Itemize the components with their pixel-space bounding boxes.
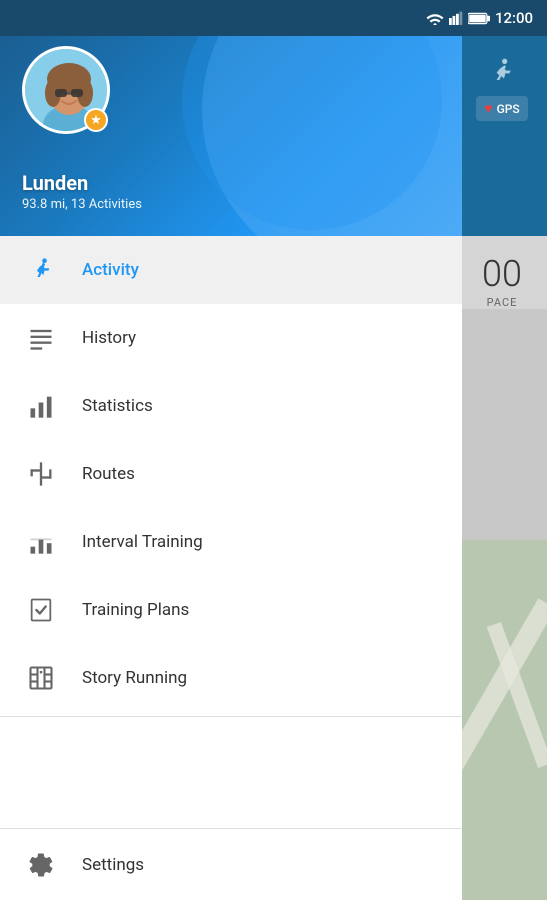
story-running-label: Story Running (82, 668, 187, 688)
statistics-icon (22, 392, 60, 420)
menu-divider (0, 716, 462, 717)
status-bar: 12:00 (0, 0, 547, 36)
user-name: Lunden (22, 171, 142, 195)
routes-icon (22, 460, 60, 488)
right-panel-header: ♥ GPS (457, 36, 547, 236)
battery-icon (468, 12, 490, 25)
menu-item-settings[interactable]: Settings (0, 828, 462, 900)
routes-label: Routes (82, 464, 135, 484)
user-stats: 93.8 mi, 13 Activities (22, 197, 142, 212)
heart-icon: ♥ (484, 100, 492, 117)
menu-item-story-running[interactable]: Story Running (0, 644, 462, 712)
menu-item-interval-training[interactable]: Interval Training (0, 508, 462, 576)
activity-icon (22, 256, 60, 284)
pace-label: PACE (487, 296, 518, 309)
statistics-label: Statistics (82, 396, 153, 416)
pace-number: 00 (482, 256, 522, 292)
activity-label: Activity (82, 260, 139, 280)
interval-training-icon (22, 528, 60, 556)
settings-icon (22, 851, 60, 879)
gps-label: GPS (497, 102, 520, 116)
status-time: 12:00 (495, 9, 533, 27)
menu-item-training-plans[interactable]: Training Plans (0, 576, 462, 644)
user-info: Lunden 93.8 mi, 13 Activities (22, 171, 142, 212)
right-panel: ♥ GPS 00 PACE (457, 0, 547, 900)
signal-icon (449, 11, 463, 25)
menu-item-activity[interactable]: Activity (0, 236, 462, 304)
menu-item-routes[interactable]: Routes (0, 440, 462, 508)
avatar-container[interactable]: ★ (22, 46, 110, 134)
interval-training-label: Interval Training (82, 532, 203, 552)
history-label: History (82, 328, 136, 348)
pace-display: 00 PACE (457, 236, 547, 309)
menu-item-statistics[interactable]: Statistics (0, 372, 462, 440)
training-plans-icon (22, 596, 60, 624)
status-icons: 12:00 (426, 9, 533, 27)
wifi-icon (426, 11, 444, 25)
drawer: ★ Lunden 93.8 mi, 13 Activities Activity (0, 0, 462, 900)
settings-label: Settings (82, 855, 144, 875)
heart-gps-indicator: ♥ GPS (476, 96, 527, 121)
star-badge: ★ (84, 108, 108, 132)
runner-icon (486, 56, 518, 88)
menu-list: Activity History (0, 236, 462, 900)
story-running-icon (22, 664, 60, 692)
training-plans-label: Training Plans (82, 600, 189, 620)
menu-item-history[interactable]: History (0, 304, 462, 372)
history-icon (22, 324, 60, 352)
map-area (457, 540, 547, 900)
